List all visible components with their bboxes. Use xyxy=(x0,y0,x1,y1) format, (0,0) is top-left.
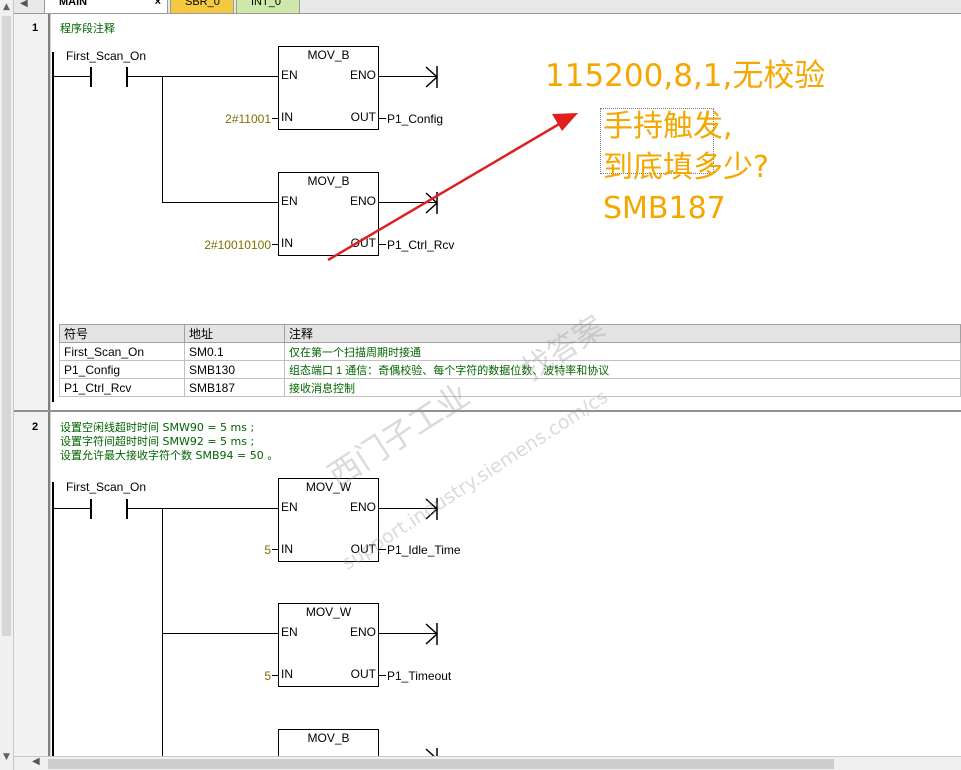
scroll-thumb[interactable] xyxy=(48,759,834,769)
annotation-line: SMB187 xyxy=(603,191,726,226)
red-arrow-icon xyxy=(327,113,578,262)
annotation-line: 到底填多少? xyxy=(603,150,769,185)
horizontal-scrollbar[interactable]: ◀ xyxy=(14,756,961,770)
annotation-text-block: 手持触发, 到底填多少? SMB187 xyxy=(603,106,769,229)
scroll-left-icon[interactable]: ◀ xyxy=(32,756,40,767)
annotation-line: 手持触发, xyxy=(603,109,733,144)
annotation-text: 115200,8,1,无校验 xyxy=(545,58,826,94)
